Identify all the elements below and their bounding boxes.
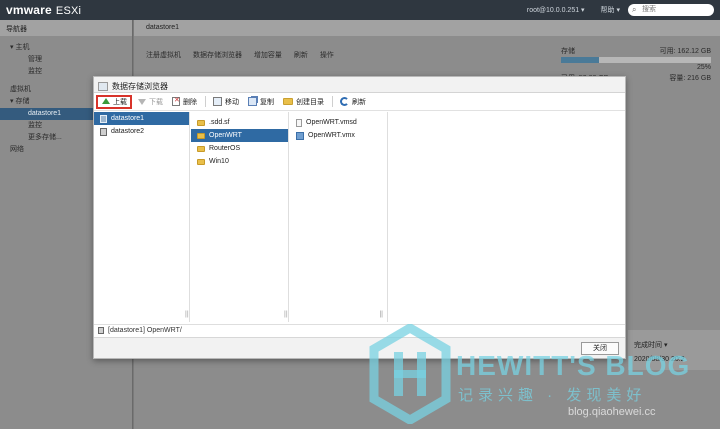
vmware-logo[interactable]: vmware ESXi (6, 3, 81, 17)
download-button[interactable]: 下载 (133, 95, 167, 109)
navigator-title: 导航器 (0, 20, 132, 36)
storage-usage-fill (561, 57, 599, 63)
delete-label: 删除 (183, 98, 197, 106)
nav-item-manage[interactable]: 管理 (0, 54, 132, 66)
folder-icon (283, 98, 293, 105)
datastore-browser-button[interactable]: 数据存储浏览器 (193, 52, 242, 59)
create-directory-label: 创建目录 (296, 98, 324, 106)
datastore-browser-dialog: 数据存储浏览器 上载 下载 删除 移动 复制 创建目录 (93, 76, 626, 359)
storage-label: 存储 (561, 48, 575, 55)
copy-label: 复制 (260, 98, 274, 106)
logo-product: ESXi (55, 5, 82, 17)
vm-config-icon (296, 131, 304, 140)
delete-button[interactable]: 删除 (168, 95, 201, 109)
register-vm-button[interactable]: 注册虚拟机 (146, 52, 181, 59)
folder-icon (197, 145, 205, 152)
search-placeholder: 搜索 (642, 6, 656, 13)
hexagon-logo-icon (369, 324, 451, 424)
watermark-title: HEWITT'S BLOG (456, 350, 691, 381)
user-menu[interactable]: root@10.0.0.251 ▾ (527, 7, 585, 14)
browser-columns: datastore1 datastore2 .sdd.sf OpenWRT Ro… (94, 112, 625, 322)
download-arrow-icon (137, 97, 146, 106)
refresh-icon (340, 97, 349, 106)
top-menu: root@10.0.0.251 ▾ 帮助 ▾ (513, 5, 620, 15)
logo-brand: vmware (6, 3, 52, 17)
toolbar-separator (205, 96, 206, 107)
datastore-column[interactable]: datastore1 datastore2 (94, 112, 190, 322)
increase-capacity-button[interactable]: 增加容量 (254, 52, 282, 59)
storage-free: 可用: 162.12 GB (659, 48, 711, 55)
nav-item-host[interactable]: ▾ 主机 (0, 42, 132, 54)
file-label: OpenWRT.vmx (308, 132, 355, 139)
copy-icon (248, 97, 257, 106)
folder-item-sdd-sf[interactable]: .sdd.sf (191, 116, 288, 129)
main-refresh-button[interactable]: 刷新 (294, 52, 308, 59)
folder-icon (197, 132, 205, 139)
file-column[interactable]: OpenWRT.vmsd OpenWRT.vmx || || (284, 112, 388, 322)
folder-item-routeros[interactable]: RouterOS (191, 142, 288, 155)
watermark-subtitle: 记录兴趣 · 发现美好 (458, 387, 647, 404)
datastore-icon (100, 127, 107, 136)
create-directory-button[interactable]: 创建目录 (279, 95, 328, 109)
watermark-url: blog.qiaohewei.cc (568, 406, 656, 418)
toolbar-separator (332, 96, 333, 107)
file-item-openwrt-vmx[interactable]: OpenWRT.vmx (290, 129, 387, 142)
empty-column (389, 112, 625, 322)
datastore-label: datastore1 (111, 115, 145, 122)
column-resize-handle[interactable]: || (379, 311, 383, 318)
file-label: OpenWRT.vmsd (306, 119, 357, 126)
search-input[interactable]: ⌕ 搜索 (628, 4, 714, 16)
main-title: datastore1 (134, 20, 720, 36)
folder-label: .sdd.sf (209, 119, 230, 126)
help-menu[interactable]: 帮助 ▾ (601, 7, 620, 14)
dialog-toolbar: 上载 下载 删除 移动 复制 创建目录 刷新 (94, 93, 625, 111)
storage-capacity: 容量: 216 GB (669, 75, 711, 82)
copy-button[interactable]: 复制 (244, 95, 278, 109)
move-label: 移动 (225, 98, 239, 106)
actions-button[interactable]: 操作 (320, 52, 334, 59)
upload-button[interactable]: 上载 (96, 94, 132, 109)
column-resize-handle[interactable]: || (284, 311, 288, 318)
move-icon (213, 97, 222, 106)
datastore-label: datastore2 (111, 128, 145, 135)
file-item-openwrt-vmsd[interactable]: OpenWRT.vmsd (290, 116, 387, 129)
storage-percent: 25% (696, 64, 711, 71)
delete-icon (172, 96, 180, 106)
folder-column[interactable]: .sdd.sf OpenWRT RouterOS Win10 || (185, 112, 289, 322)
file-icon (296, 118, 302, 127)
folder-icon (197, 158, 205, 165)
datastore-item-datastore1[interactable]: datastore1 (94, 112, 189, 125)
datastore-icon (98, 327, 104, 334)
datastore-icon (100, 114, 107, 123)
column-resize-handle[interactable]: || (185, 311, 189, 318)
datastore-browser-icon (98, 81, 108, 91)
refresh-label: 刷新 (352, 98, 366, 106)
folder-icon (197, 119, 205, 126)
search-icon: ⌕ (632, 5, 637, 14)
main-toolbar: 注册虚拟机 数据存储浏览器 增加容量 刷新 操作 (146, 50, 344, 60)
folder-label: RouterOS (209, 145, 241, 152)
dialog-refresh-button[interactable]: 刷新 (336, 95, 370, 109)
folder-label: Win10 (209, 158, 229, 165)
move-button[interactable]: 移动 (209, 95, 243, 109)
upload-arrow-icon (101, 97, 110, 106)
folder-item-openwrt[interactable]: OpenWRT (191, 129, 288, 142)
storage-usage-bar (561, 57, 711, 63)
dialog-titlebar: 数据存储浏览器 (94, 77, 625, 93)
folder-label: OpenWRT (209, 132, 242, 139)
folder-item-win10[interactable]: Win10 (191, 155, 288, 168)
dialog-title: 数据存储浏览器 (112, 81, 168, 91)
upload-label: 上载 (113, 98, 127, 106)
download-label: 下载 (149, 98, 163, 106)
current-path: [datastore1] OpenWRT/ (108, 327, 182, 334)
watermark: HEWITT'S BLOG 记录兴趣 · 发现美好 blog.qiaohewei… (368, 320, 718, 428)
datastore-item-datastore2[interactable]: datastore2 (94, 125, 189, 138)
top-bar: vmware ESXi root@10.0.0.251 ▾ 帮助 ▾ ⌕ 搜索 (0, 0, 720, 20)
